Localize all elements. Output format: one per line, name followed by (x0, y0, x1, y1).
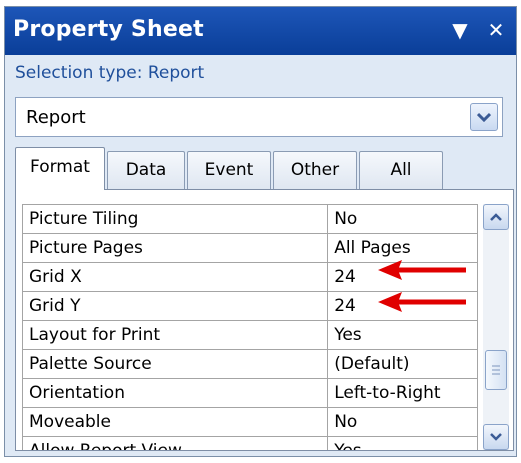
scroll-up-icon[interactable] (483, 204, 509, 230)
property-value[interactable]: No (327, 407, 478, 437)
property-name[interactable]: Grid X (21, 262, 329, 292)
dropdown-arrow-icon[interactable]: ▼ (447, 17, 473, 43)
property-value[interactable]: No (327, 204, 478, 234)
property-name[interactable]: Picture Pages (21, 233, 329, 263)
table-row[interactable]: Moveable No (21, 407, 478, 437)
table-row[interactable]: Grid X 24 (21, 262, 478, 292)
property-value[interactable]: (Default) (327, 349, 478, 379)
property-value[interactable]: Left-to-Right (327, 378, 478, 408)
property-name[interactable]: Layout for Print (21, 320, 329, 350)
property-value[interactable]: 24 (327, 262, 478, 292)
close-icon[interactable]: ✕ (483, 17, 509, 43)
property-grid-area: Picture Tiling No Picture Pages All Page… (15, 189, 514, 451)
tab-format[interactable]: Format (15, 147, 105, 190)
scrollbar-thumb[interactable] (485, 350, 507, 390)
property-name[interactable]: Grid Y (21, 291, 329, 321)
selection-type-label: Selection type: Report (15, 63, 205, 83)
property-name[interactable]: Picture Tiling (21, 204, 329, 234)
tab-data[interactable]: Data (107, 151, 185, 189)
property-name[interactable]: Allow Report View (21, 436, 329, 450)
combo-chevron-icon[interactable] (470, 103, 498, 131)
property-value[interactable]: All Pages (327, 233, 478, 263)
panel-title: Property Sheet (13, 17, 204, 42)
property-value[interactable]: Yes (327, 320, 478, 350)
title-bar: Property Sheet ▼ ✕ (5, 7, 516, 55)
table-row[interactable]: Orientation Left-to-Right (21, 378, 478, 408)
vertical-scrollbar[interactable] (483, 204, 509, 450)
table-row[interactable]: Picture Pages All Pages (21, 233, 478, 263)
table-row[interactable]: Layout for Print Yes (21, 320, 478, 350)
table-row[interactable]: Picture Tiling No (21, 204, 478, 234)
property-name[interactable]: Moveable (21, 407, 329, 437)
object-selector-value: Report (26, 107, 86, 128)
tab-all[interactable]: All (359, 151, 443, 189)
object-selector-combo[interactable]: Report (15, 97, 503, 137)
property-name[interactable]: Palette Source (21, 349, 329, 379)
property-name[interactable]: Orientation (21, 378, 329, 408)
property-grid: Picture Tiling No Picture Pages All Page… (21, 204, 478, 450)
table-row[interactable]: Palette Source (Default) (21, 349, 478, 379)
tab-event[interactable]: Event (187, 151, 271, 189)
table-row[interactable]: Allow Report View Yes (21, 436, 478, 450)
property-value[interactable]: Yes (327, 436, 478, 450)
tab-other[interactable]: Other (273, 151, 357, 189)
property-value[interactable]: 24 (327, 291, 478, 321)
property-sheet-panel: Property Sheet ▼ ✕ Selection type: Repor… (4, 6, 517, 457)
scroll-down-icon[interactable] (483, 424, 509, 450)
table-row[interactable]: Grid Y 24 (21, 291, 478, 321)
